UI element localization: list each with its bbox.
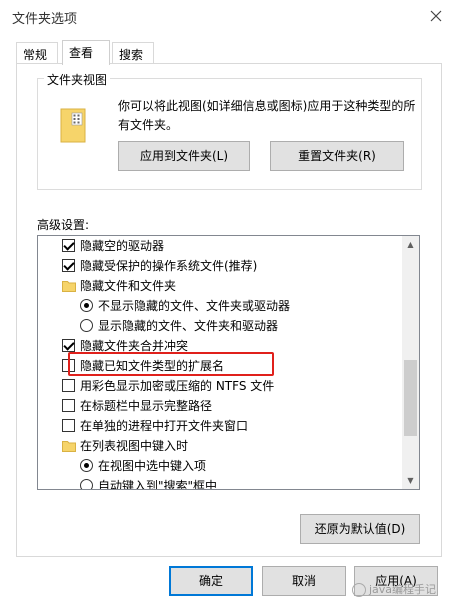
- scroll-up-icon[interactable]: ▲: [402, 236, 419, 253]
- list-item-label: 隐藏受保护的操作系统文件(推荐): [80, 259, 258, 273]
- tab-view[interactable]: 查看: [62, 40, 110, 65]
- title-bar: 文件夹选项: [0, 0, 458, 32]
- checkbox[interactable]: [62, 239, 75, 252]
- folder-views-group: 文件夹视图 你可以将此视图(如详细信息或图标)应用于这种类型的所有文件夹。 应用…: [37, 71, 422, 190]
- checkbox[interactable]: [62, 259, 75, 272]
- list-group-label: 隐藏文件和文件夹: [80, 279, 177, 293]
- apply-to-folders-button[interactable]: 应用到文件夹(L): [118, 141, 250, 171]
- list-item[interactable]: 隐藏受保护的操作系统文件(推荐): [38, 256, 402, 276]
- tab-search-label: 搜索: [119, 48, 144, 62]
- watermark-text: java编程手记: [369, 583, 437, 596]
- list-item[interactable]: 用彩色显示加密或压缩的 NTFS 文件: [38, 376, 402, 396]
- list-item-label: 不显示隐藏的文件、文件夹或驱动器: [98, 299, 291, 313]
- folder-icon: [60, 108, 86, 143]
- list-group-label: 在列表视图中键入时: [80, 439, 189, 453]
- list-item[interactable]: 在单独的进程中打开文件夹窗口: [38, 416, 402, 436]
- list-item-label: 用彩色显示加密或压缩的 NTFS 文件: [80, 379, 275, 393]
- list-item[interactable]: 在标题栏中显示完整路径: [38, 396, 402, 416]
- folder-views-description: 你可以将此视图(如详细信息或图标)应用于这种类型的所有文件夹。: [118, 99, 416, 132]
- list-item-label: 隐藏空的驱动器: [80, 239, 165, 253]
- folder-icon: [62, 281, 76, 292]
- list-item-label: 在标题栏中显示完整路径: [80, 399, 213, 413]
- vertical-scrollbar[interactable]: ▲ ▼: [402, 236, 419, 489]
- radio-button[interactable]: [80, 319, 93, 332]
- tab-view-label: 查看: [69, 46, 94, 60]
- close-button[interactable]: [424, 4, 448, 28]
- wechat-icon: [352, 583, 366, 597]
- radio-button[interactable]: [80, 479, 93, 489]
- folder-icon: [62, 441, 76, 452]
- tab-search[interactable]: 搜索: [112, 42, 154, 64]
- list-item-label: 显示隐藏的文件、文件夹和驱动器: [98, 319, 279, 333]
- list-item[interactable]: 自动键入到"搜索"框中: [38, 476, 402, 490]
- tab-general-label: 常规: [23, 48, 48, 62]
- close-icon: [430, 10, 442, 22]
- advanced-settings-label: 高级设置:: [37, 218, 90, 232]
- list-item[interactable]: 显示隐藏的文件、文件夹和驱动器: [38, 316, 402, 336]
- checkbox[interactable]: [62, 339, 75, 352]
- cancel-button[interactable]: 取消: [262, 566, 346, 596]
- radio-button[interactable]: [80, 459, 93, 472]
- scroll-down-icon[interactable]: ▼: [402, 472, 419, 489]
- restore-defaults-button[interactable]: 还原为默认值(D): [300, 514, 420, 544]
- tab-general[interactable]: 常规: [16, 42, 58, 64]
- list-group-header: 在列表视图中键入时: [38, 436, 402, 456]
- checkbox[interactable]: [62, 399, 75, 412]
- list-item[interactable]: 隐藏空的驱动器: [38, 236, 402, 256]
- list-item-label: 在单独的进程中打开文件夹窗口: [80, 419, 249, 433]
- list-item[interactable]: 不显示隐藏的文件、文件夹或驱动器: [38, 296, 402, 316]
- list-item-label: 在视图中选中键入项: [98, 459, 207, 473]
- advanced-settings-list[interactable]: 隐藏空的驱动器 隐藏受保护的操作系统文件(推荐) 隐藏文件和文件夹 不显示隐藏的…: [37, 235, 420, 490]
- list-item[interactable]: 在视图中选中键入项: [38, 456, 402, 476]
- view-tab-panel: 文件夹视图 你可以将此视图(如详细信息或图标)应用于这种类型的所有文件夹。 应用…: [16, 63, 442, 557]
- ok-button[interactable]: 确定: [169, 566, 253, 596]
- list-item-label: 自动键入到"搜索"框中: [98, 479, 218, 490]
- checkbox[interactable]: [62, 379, 75, 392]
- list-group-header: 隐藏文件和文件夹: [38, 276, 402, 296]
- window-title: 文件夹选项: [12, 12, 78, 27]
- watermark: java编程手记: [352, 578, 436, 602]
- highlight-annotation: [68, 352, 274, 376]
- reset-folders-button[interactable]: 重置文件夹(R): [270, 141, 404, 171]
- checkbox[interactable]: [62, 419, 75, 432]
- radio-button[interactable]: [80, 299, 93, 312]
- scrollbar-thumb[interactable]: [404, 360, 417, 436]
- folder-views-title: 文件夹视图: [44, 71, 111, 88]
